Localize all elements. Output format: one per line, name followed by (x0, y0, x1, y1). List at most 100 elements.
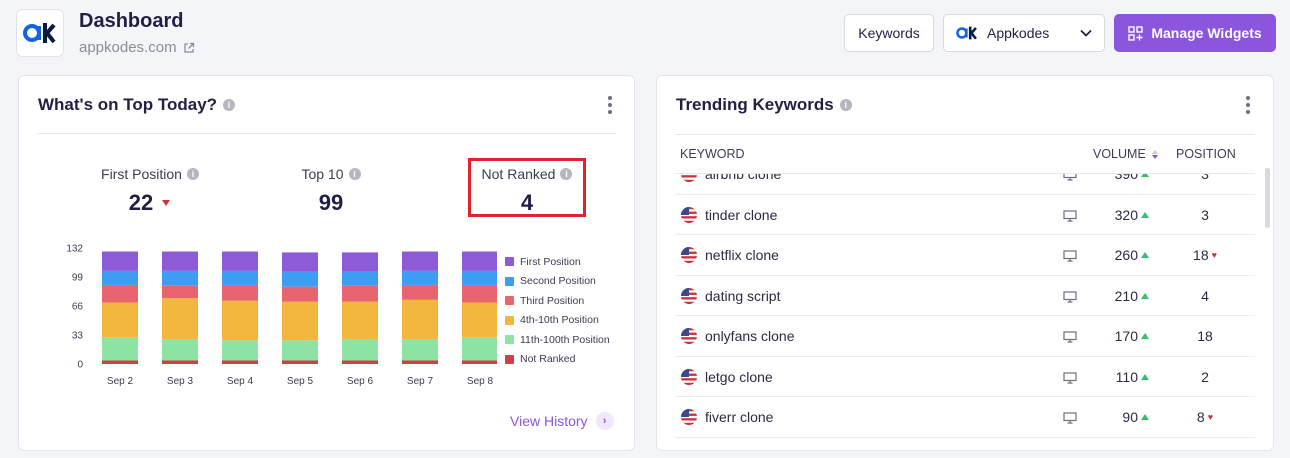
table-row[interactable]: tinder clone 320 3 (675, 195, 1255, 235)
bar-segment[interactable] (282, 301, 318, 341)
bar-segment[interactable] (462, 337, 497, 361)
sort-icon[interactable] (1152, 150, 1159, 160)
bar-segment[interactable] (342, 285, 378, 302)
keyword-text[interactable]: airbnb clone (705, 174, 781, 182)
table-row[interactable]: fiverr clone 90 8 ♥ (675, 397, 1255, 438)
column-volume[interactable]: VOLUME (1093, 147, 1159, 161)
bar-segment[interactable] (462, 270, 497, 285)
table-row[interactable]: dating script 210 4 (675, 276, 1255, 316)
bar-segment[interactable] (282, 252, 318, 272)
bar-segment[interactable] (222, 300, 258, 341)
legend-item[interactable]: 11th-100th Position (505, 330, 610, 350)
info-icon[interactable]: i (186, 168, 199, 180)
bar-segment[interactable] (462, 284, 497, 303)
keyword-text[interactable]: fiverr clone (705, 409, 773, 425)
x-tick-label: Sep 7 (407, 376, 434, 387)
bar-segment[interactable] (402, 251, 438, 271)
manage-widgets-label: Manage Widgets (1151, 25, 1262, 41)
bar-segment[interactable] (282, 271, 318, 287)
more-options-icon[interactable] (607, 96, 613, 114)
bar-segment[interactable] (222, 360, 258, 364)
bar-segment[interactable] (342, 339, 378, 361)
bar-segment[interactable] (102, 284, 138, 303)
table-row[interactable]: onlyfans clone 170 18 (675, 316, 1255, 357)
bar-segment[interactable] (162, 360, 198, 364)
app-logo (16, 9, 64, 57)
chevron-right-icon[interactable]: › (595, 412, 614, 430)
us-flag-icon (681, 174, 697, 182)
info-icon[interactable]: i (348, 168, 361, 180)
column-volume-label[interactable]: VOLUME (1093, 147, 1146, 161)
bar-segment[interactable] (402, 284, 438, 300)
bar-segment[interactable] (102, 337, 138, 361)
position-cell: 4 (1185, 288, 1225, 304)
keyword-text[interactable]: tinder clone (705, 207, 777, 223)
bar-segment[interactable] (462, 251, 497, 271)
legend-item[interactable]: First Position (505, 252, 610, 272)
bar-segment[interactable] (222, 270, 258, 285)
bar-segment[interactable] (222, 284, 258, 301)
chevron-down-icon (1080, 29, 1092, 37)
volume-value: 320 (1114, 206, 1138, 223)
column-keyword[interactable]: KEYWORD (680, 147, 745, 161)
keyword-text[interactable]: letgo clone (705, 369, 773, 385)
external-link-icon[interactable] (183, 42, 195, 54)
desktop-icon (1063, 371, 1077, 387)
bar-segment[interactable] (342, 301, 378, 340)
column-position[interactable]: POSITION (1176, 147, 1236, 161)
keyword-text[interactable]: dating script (705, 288, 780, 304)
legend-item[interactable]: Third Position (505, 291, 610, 311)
view-history-link[interactable]: View History › (510, 412, 614, 430)
desktop-icon (1063, 174, 1077, 184)
info-icon[interactable]: i (839, 99, 852, 111)
bar-segment[interactable] (402, 339, 438, 361)
bar-segment[interactable] (282, 286, 318, 302)
app-select-dropdown[interactable]: Appkodes (943, 14, 1105, 52)
legend-item[interactable]: Second Position (505, 272, 610, 292)
stat-value: 22 (128, 190, 154, 215)
manage-widgets-button[interactable]: Manage Widgets (1114, 14, 1276, 52)
bar-segment[interactable] (342, 271, 378, 286)
bar-segment[interactable] (402, 299, 438, 340)
table-row[interactable]: airbnb clone 390 3 (675, 174, 1255, 195)
bar-segment[interactable] (162, 270, 198, 286)
bar-segment[interactable] (102, 360, 138, 364)
bar-segment[interactable] (342, 252, 378, 272)
volume-cell: 390 (1085, 174, 1149, 182)
bar-segment[interactable] (402, 270, 438, 285)
keywords-table-body: airbnb clone 390 3 tinder clone 320 3 netflix … (675, 174, 1255, 439)
bar-segment[interactable] (282, 340, 318, 361)
bar-segment[interactable] (462, 360, 497, 364)
bar-segment[interactable] (282, 360, 318, 364)
more-options-icon[interactable] (1245, 96, 1251, 114)
bar-segment[interactable] (462, 302, 497, 338)
bar-segment[interactable] (162, 285, 198, 299)
legend-item[interactable]: 4th-10th Position (505, 311, 610, 331)
table-scrollbar[interactable] (1265, 168, 1270, 228)
bar-segment[interactable] (402, 360, 438, 364)
keyword-text[interactable]: onlyfans clone (705, 328, 795, 344)
view-history-label[interactable]: View History (510, 413, 588, 429)
table-row[interactable]: letgo clone 110 2 (675, 357, 1255, 397)
legend-item[interactable]: Not Ranked (505, 350, 610, 370)
keyword-text[interactable]: netflix clone (705, 247, 779, 263)
bar-segment[interactable] (222, 251, 258, 271)
info-icon[interactable]: i (223, 99, 236, 111)
site-domain[interactable]: appkodes.com (79, 39, 177, 56)
keywords-button[interactable]: Keywords (844, 14, 934, 52)
x-tick-label: Sep 5 (287, 376, 314, 387)
bar-segment[interactable] (102, 251, 138, 271)
bar-segment[interactable] (162, 339, 198, 361)
appkodes-logo-icon (23, 23, 56, 44)
bar-segment[interactable] (102, 270, 138, 285)
bar-segment[interactable] (162, 251, 198, 271)
position-value: 2 (1201, 368, 1209, 385)
position-value: 4 (1201, 287, 1209, 304)
bar-segment[interactable] (342, 360, 378, 364)
bar-segment[interactable] (222, 340, 258, 361)
down-trend-icon: ♥ (1207, 412, 1214, 422)
table-row[interactable]: netflix clone 260 18 ♥ (675, 235, 1255, 276)
site-link[interactable]: appkodes.com (79, 39, 195, 56)
bar-segment[interactable] (102, 302, 138, 338)
bar-segment[interactable] (162, 298, 198, 340)
